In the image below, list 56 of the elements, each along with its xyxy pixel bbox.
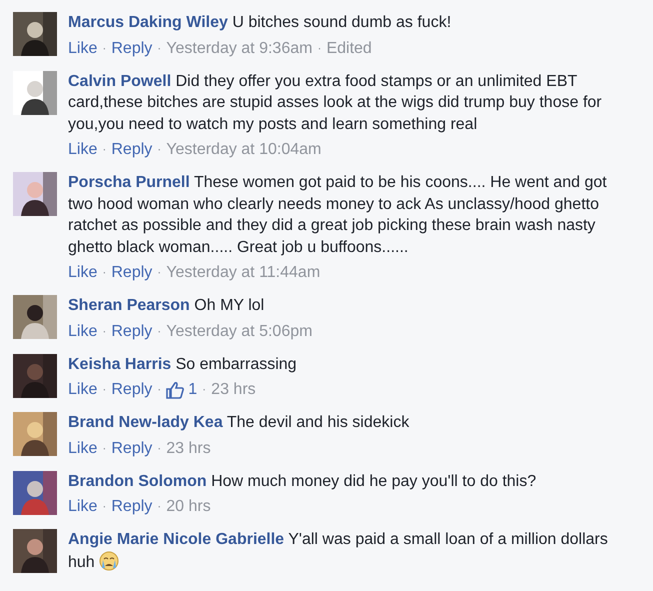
like-count[interactable]: 1 <box>188 379 198 400</box>
comment-time[interactable]: 23 hrs <box>211 379 256 400</box>
comment-time[interactable]: Yesterday at 11:44am <box>166 262 320 283</box>
comment-action-link[interactable]: Like <box>68 38 98 58</box>
comment-text: Marcus Daking Wiley U bitches sound dumb as fuck! <box>68 13 452 33</box>
separator-dot: · <box>157 498 162 515</box>
edited-label[interactable]: Edited <box>326 38 372 58</box>
separator-dot: · <box>157 381 162 398</box>
separator-dot: · <box>157 264 162 281</box>
commenter-name[interactable]: Marcus Daking Wiley <box>68 14 228 31</box>
comment-action-link[interactable]: Reply <box>111 496 152 517</box>
comment-action-link[interactable]: Like <box>68 379 98 400</box>
comment-action-link[interactable]: Reply <box>111 262 152 283</box>
comment-action-link[interactable]: Reply <box>111 38 152 58</box>
comment-action-link[interactable]: Reply <box>111 320 152 342</box>
comment-text: Brandon Solomon How much money did he pay you'll to do this? <box>68 472 538 492</box>
separator-dot: · <box>102 498 106 515</box>
separator-dot: · <box>202 381 206 398</box>
comment-action-link[interactable]: Like <box>68 496 98 517</box>
separator-dot: · <box>102 264 106 281</box>
separator-dot: · <box>102 322 106 340</box>
comment-text: Calvin Powell Did they offer you extra food stamps or an unlimited EBT card,these bitches are stupid asses look at the wigs did trump buy those for you,you need to watch my posts and learn something real <box>68 72 603 134</box>
separator-dot: · <box>317 40 322 56</box>
separator-dot: · <box>102 381 106 398</box>
comment-action-link[interactable]: Like <box>68 262 98 283</box>
comment-text: Porscha Purnell These women got paid to be his coons.... He went and got two hood woman who clearly needs money to ack As unclassy/hood ghetto ratchet as possible and they did a great job picking these brain wash nasty ghetto black woman..... Great job u buffoons...... <box>68 173 608 258</box>
comment-action-link[interactable]: Reply <box>111 438 152 458</box>
separator-dot: · <box>157 40 162 56</box>
thumbs-up-icon <box>166 380 184 398</box>
comment-action-link[interactable]: Like <box>68 438 98 458</box>
separator-dot: · <box>102 40 106 56</box>
comment-text: Sheran Pearson Oh MY lol <box>68 296 266 316</box>
comment-time[interactable]: 23 hrs <box>166 438 211 458</box>
comment-time[interactable]: Yesterday at 9:36am <box>166 38 312 58</box>
comment-time[interactable]: Yesterday at 10:04am <box>166 139 322 160</box>
comment-text: Brand New-lady Kea The devil and his sidekick <box>68 413 410 433</box>
comment-text: Keisha Harris So embarrassing <box>68 354 298 374</box>
separator-dot: · <box>157 322 162 340</box>
comment-action-link[interactable]: Reply <box>111 379 152 400</box>
commenter-name[interactable]: Calvin Powell <box>68 72 172 90</box>
separator-dot: · <box>102 141 106 158</box>
comment-time[interactable]: Yesterday at 5:06pm <box>166 320 312 342</box>
comment-action-link[interactable]: Like <box>68 139 98 160</box>
comment-action-link[interactable]: Reply <box>111 139 152 160</box>
separator-dot: · <box>157 141 162 158</box>
comment-action-link[interactable]: Like <box>68 320 98 342</box>
commenter-name[interactable]: Keisha Harris <box>68 356 172 372</box>
separator-dot: · <box>157 440 162 456</box>
commenter-name[interactable]: Brand New-lady Kea <box>68 414 223 431</box>
separator-dot: · <box>102 440 106 456</box>
commenter-name[interactable]: Brandon Solomon <box>68 472 207 490</box>
commenter-name[interactable]: Angie Marie Nicole Gabrielle <box>68 531 284 548</box>
comment-text: Angie Marie Nicole Gabrielle Y'all was paid a small loan of a million dollars huh <box>68 530 609 572</box>
commenter-name[interactable]: Porscha Purnell <box>68 174 190 191</box>
comment-time[interactable]: 20 hrs <box>166 496 211 517</box>
commenter-name[interactable]: Sheran Pearson <box>68 297 190 314</box>
